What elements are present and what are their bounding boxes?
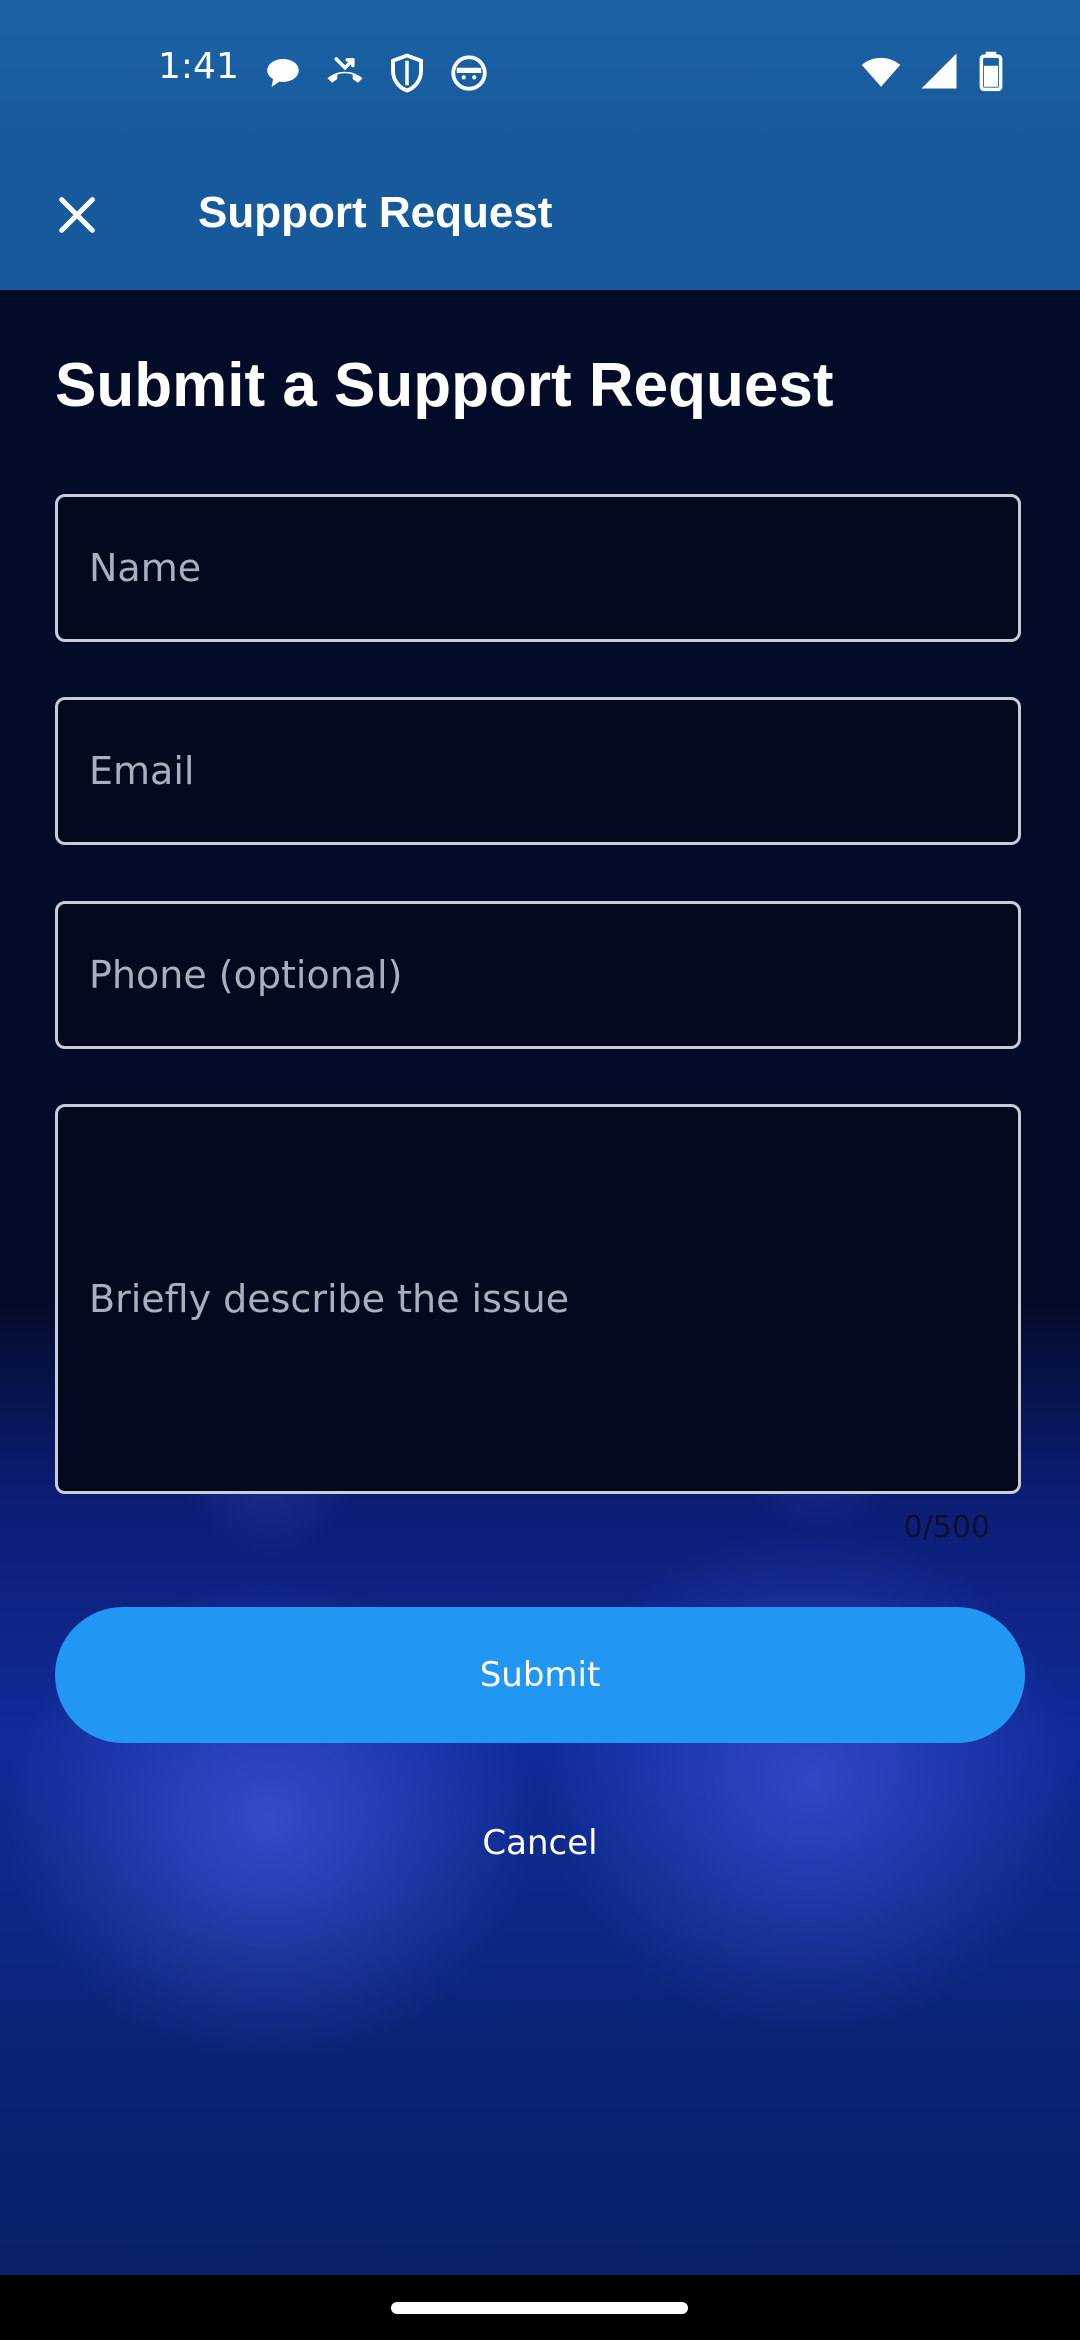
missed-call-icon bbox=[327, 57, 363, 83]
cellular-signal-icon bbox=[921, 53, 957, 89]
chat-bubble-icon bbox=[267, 59, 299, 87]
email-placeholder: Email bbox=[89, 749, 195, 793]
close-button[interactable] bbox=[40, 178, 114, 252]
shield-icon bbox=[391, 53, 423, 93]
description-placeholder: Briefly describe the issue bbox=[89, 1277, 570, 1321]
name-placeholder: Name bbox=[89, 546, 202, 590]
cat-face-icon bbox=[451, 55, 487, 91]
screen: 1:41 Support Request Submit a Support Re… bbox=[0, 0, 1080, 2275]
email-field[interactable]: Email bbox=[55, 697, 1021, 845]
status-bar: 1:41 bbox=[0, 0, 1080, 140]
phone-placeholder: Phone (optional) bbox=[89, 953, 403, 997]
close-icon bbox=[59, 197, 95, 233]
home-indicator[interactable] bbox=[391, 2302, 688, 2314]
cancel-label: Cancel bbox=[482, 1823, 598, 1863]
wifi-icon bbox=[861, 57, 901, 87]
notification-icons bbox=[262, 52, 490, 94]
app-bar: Support Request bbox=[0, 140, 1080, 290]
battery-icon bbox=[979, 51, 1003, 92]
description-field[interactable]: Briefly describe the issue bbox=[55, 1104, 1021, 1494]
navigation-bar bbox=[0, 2275, 1080, 2340]
app-bar-title: Support Request bbox=[198, 188, 553, 237]
character-counter: 0/500 bbox=[903, 1510, 990, 1545]
cancel-button[interactable]: Cancel bbox=[390, 1815, 690, 1871]
system-icons bbox=[860, 50, 1006, 92]
phone-field[interactable]: Phone (optional) bbox=[55, 901, 1021, 1049]
page-title: Submit a Support Request bbox=[55, 351, 834, 420]
submit-button[interactable]: Submit bbox=[55, 1607, 1025, 1743]
name-field[interactable]: Name bbox=[55, 494, 1021, 642]
submit-label: Submit bbox=[479, 1655, 601, 1695]
status-time: 1:41 bbox=[158, 46, 239, 87]
